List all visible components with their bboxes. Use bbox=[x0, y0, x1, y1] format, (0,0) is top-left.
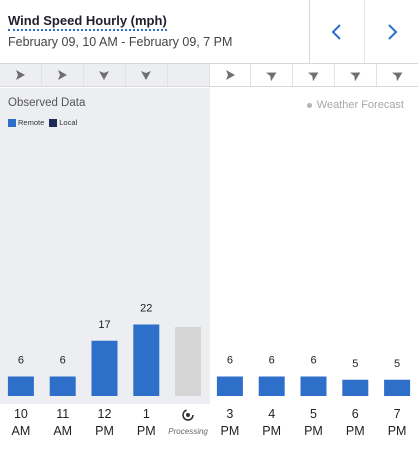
time-tick-period: PM bbox=[262, 424, 282, 438]
wind-speed-bar[interactable] bbox=[342, 379, 369, 396]
time-tick-hour: 4 bbox=[268, 407, 276, 421]
wind-speed-bar[interactable] bbox=[133, 324, 160, 397]
time-tick-hour: 10 bbox=[13, 407, 28, 421]
time-tick: 7 PM bbox=[376, 404, 418, 450]
wind-speed-bar[interactable] bbox=[216, 376, 243, 397]
processing-icon bbox=[182, 409, 194, 421]
wind-speed-bar-chart: 6 6 17 22 6 6 6 5 5 bbox=[7, 303, 411, 397]
time-tick: 6 PM bbox=[334, 404, 376, 450]
time-tick-period: AM bbox=[11, 424, 31, 438]
time-tick-hour: 11 bbox=[56, 407, 70, 421]
processing-bar bbox=[175, 327, 202, 396]
wind-speed-bar[interactable] bbox=[91, 340, 118, 396]
time-tick-period: AM bbox=[53, 424, 73, 438]
time-tick: 3 PM bbox=[209, 404, 251, 450]
time-tick-hour: 1 bbox=[142, 407, 150, 421]
wind-speed-bar[interactable] bbox=[384, 379, 411, 396]
time-tick-period: PM bbox=[304, 424, 323, 438]
time-tick: 11 AM bbox=[42, 404, 84, 450]
wind-speed-bar[interactable] bbox=[258, 376, 285, 397]
time-tick: 1 PM bbox=[125, 404, 167, 450]
wind-speed-bar[interactable] bbox=[49, 376, 76, 397]
bar-value-label: 6 bbox=[269, 355, 275, 367]
time-tick-hour: 5 bbox=[310, 407, 317, 421]
time-tick: 5 PM bbox=[293, 404, 335, 450]
bar-value-label: 5 bbox=[394, 358, 400, 370]
wind-speed-bar[interactable] bbox=[300, 376, 327, 397]
time-tick: Processing bbox=[167, 404, 209, 450]
time-tick-hour: 3 bbox=[226, 407, 234, 421]
time-tick-hour: 12 bbox=[97, 407, 112, 421]
bar-value-label: 6 bbox=[60, 355, 66, 367]
time-tick-period: PM bbox=[387, 424, 407, 438]
bar-value-label: 6 bbox=[18, 355, 24, 367]
bar-value-label: 6 bbox=[227, 355, 233, 367]
bar-value-label: 17 bbox=[98, 319, 110, 331]
time-tick-period: PM bbox=[136, 424, 156, 438]
bar-value-label: 5 bbox=[352, 358, 358, 370]
time-tick: 10 AM bbox=[0, 404, 42, 450]
wind-speed-bar[interactable] bbox=[7, 376, 34, 397]
time-tick-hour: 6 bbox=[351, 407, 359, 421]
time-tick: 4 PM bbox=[251, 404, 293, 450]
time-tick-period: PM bbox=[95, 424, 114, 438]
bar-value-label: 6 bbox=[310, 355, 316, 367]
time-tick: 12 PM bbox=[84, 404, 126, 450]
time-tick-period: PM bbox=[220, 424, 240, 438]
time-axis: 10 AM 11 AM 12 PM 1 PM Processing 3 PM 4 PM 5 PM 6 PM 7 PM bbox=[0, 404, 418, 450]
processing-label: Processing bbox=[168, 427, 208, 436]
bar-value-label: 22 bbox=[140, 303, 152, 315]
time-tick-hour: 7 bbox=[393, 407, 401, 421]
time-tick-period: PM bbox=[345, 424, 365, 438]
